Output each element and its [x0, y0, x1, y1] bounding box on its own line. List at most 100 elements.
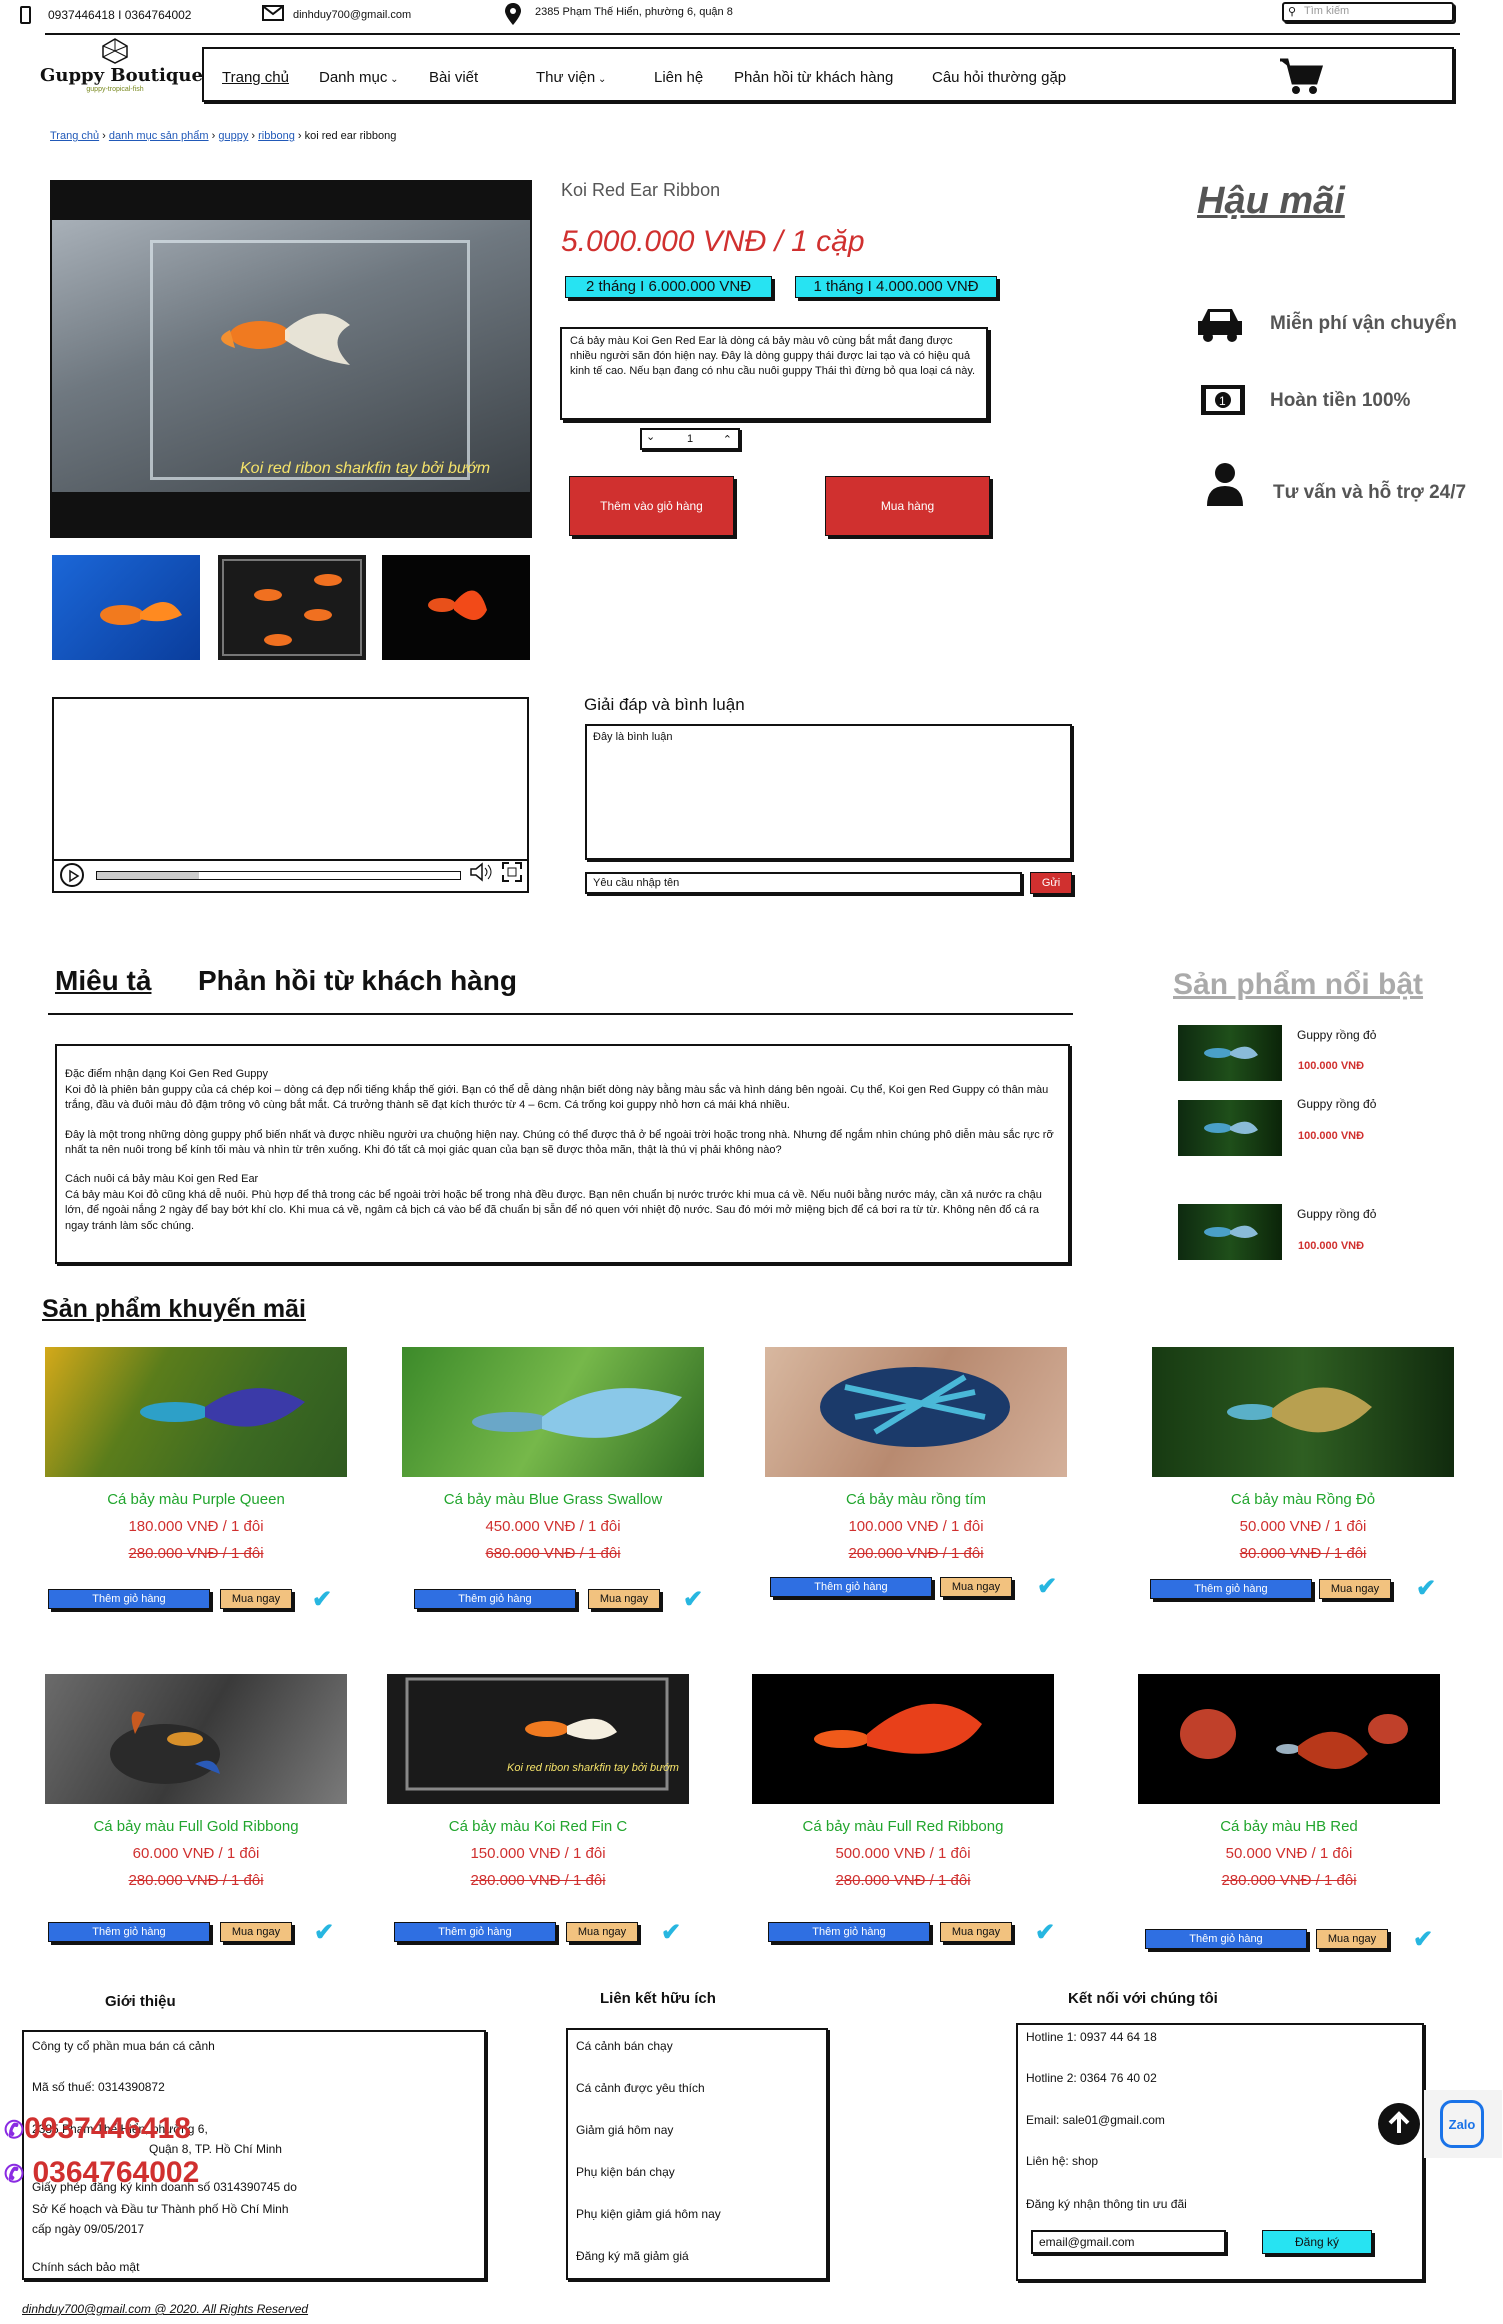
comment-textarea[interactable]: Đây là bình luận [585, 724, 1072, 860]
add-cart-button-3[interactable]: Thêm giỏ hàng [770, 1577, 932, 1597]
add-cart-button-5[interactable]: Thêm giỏ hàng [48, 1922, 210, 1942]
phone-call-icon: ✆ [4, 2117, 25, 2144]
promo-name-3[interactable]: Cá bảy màu rồng tím [765, 1491, 1067, 1508]
breadcrumb-guppy[interactable]: guppy [218, 130, 248, 142]
footer-link-6[interactable]: Đăng ký mã giảm giá [576, 2249, 689, 2263]
volume-icon[interactable] [469, 862, 493, 885]
promo-name-1[interactable]: Cá bảy màu Purple Queen [45, 1491, 347, 1508]
option-2-months[interactable]: 2 tháng I 6.000.000 VNĐ [565, 276, 772, 298]
add-cart-button-2[interactable]: Thêm giỏ hàng [414, 1589, 576, 1609]
buy-now-button-1[interactable]: Mua ngay [220, 1589, 292, 1609]
promo-image-6[interactable]: Koi red ribon sharkfin tay bởi bướm [387, 1674, 689, 1804]
promo-name-6[interactable]: Cá bảy màu Koi Red Fin C [387, 1818, 689, 1835]
video-progress[interactable] [96, 871, 461, 880]
add-cart-button-6[interactable]: Thêm giỏ hàng [394, 1922, 556, 1942]
featured-image-2[interactable] [1178, 1100, 1282, 1156]
nav-contact[interactable]: Liên hệ [654, 69, 703, 86]
zalo-chat-button[interactable]: Zalo [1424, 2090, 1502, 2158]
floating-phone-1[interactable]: ✆0937446418 [4, 2112, 191, 2146]
promo-image-2[interactable] [402, 1347, 704, 1477]
search-input[interactable]: ⚲ Tìm kiếm [1282, 2, 1454, 22]
featured-name-1[interactable]: Guppy rồng đỏ [1297, 1028, 1376, 1042]
buy-now-button-5[interactable]: Mua ngay [220, 1922, 292, 1942]
featured-name-3[interactable]: Guppy rồng đỏ [1297, 1207, 1376, 1221]
send-comment-button[interactable]: Gửi [1030, 872, 1072, 894]
check-icon[interactable]: ✔ [314, 1918, 334, 1947]
footer-link-1[interactable]: Cá cảnh bán chạy [576, 2039, 673, 2053]
thumbnail-3[interactable] [382, 555, 530, 660]
video-player[interactable] [52, 697, 529, 893]
breadcrumb-ribbong[interactable]: ribbong [258, 130, 295, 142]
newsletter-email-input[interactable]: email@gmail.com [1031, 2230, 1226, 2254]
check-icon[interactable]: ✔ [661, 1918, 681, 1947]
buy-now-button[interactable]: Mua hàng [825, 476, 990, 536]
featured-image-1[interactable] [1178, 1025, 1282, 1081]
thumbnail-2[interactable] [218, 555, 366, 660]
promo-image-7[interactable] [752, 1674, 1054, 1804]
nav-library[interactable]: Thư viện ⌄ [536, 69, 606, 86]
nav-articles[interactable]: Bài viết [429, 69, 478, 86]
tab-description[interactable]: Miêu tả [55, 965, 151, 997]
topbar-email[interactable]: dinhduy700@gmail.com [293, 9, 411, 21]
add-cart-button-7[interactable]: Thêm giỏ hàng [768, 1922, 930, 1942]
breadcrumb-categories[interactable]: danh mục sản phẩm [109, 130, 209, 142]
footer-link-3[interactable]: Giảm giá hôm nay [576, 2123, 673, 2137]
check-icon[interactable]: ✔ [1037, 1572, 1057, 1601]
nav-feedback[interactable]: Phản hồi từ khách hàng [734, 69, 893, 86]
thumbnail-1[interactable] [52, 555, 200, 660]
quantity-stepper[interactable]: ⌄ 1 ⌃ [640, 428, 740, 450]
buy-now-button-2[interactable]: Mua ngay [588, 1589, 660, 1609]
buy-now-button-8[interactable]: Mua ngay [1316, 1929, 1388, 1949]
footer-link-4[interactable]: Phụ kiện bán chạy [576, 2165, 675, 2179]
footer-link-2[interactable]: Cá cảnh được yêu thích [576, 2081, 705, 2095]
promo-image-1[interactable] [45, 1347, 347, 1477]
add-cart-button-4[interactable]: Thêm giỏ hàng [1150, 1579, 1312, 1599]
floating-phone-2[interactable]: ✆ 0364764002 [4, 2156, 199, 2190]
promo-name-4[interactable]: Cá bảy màu Rồng Đỏ [1152, 1491, 1454, 1508]
cart-icon[interactable] [1278, 57, 1324, 98]
featured-name-2[interactable]: Guppy rồng đỏ [1297, 1097, 1376, 1111]
nav-faq[interactable]: Câu hỏi thường gặp [932, 69, 1066, 86]
promo-price-8: 50.000 VNĐ / 1 đôi [1225, 1845, 1353, 1862]
check-icon[interactable]: ✔ [683, 1585, 703, 1614]
buy-now-button-3[interactable]: Mua ngay [940, 1577, 1012, 1597]
buy-now-button-6[interactable]: Mua ngay [566, 1922, 638, 1942]
promo-image-5[interactable] [45, 1674, 347, 1804]
play-icon[interactable] [60, 863, 84, 887]
subscribe-button[interactable]: Đăng ký [1262, 2230, 1372, 2254]
promo-name-5[interactable]: Cá bảy màu Full Gold Ribbong [45, 1818, 347, 1835]
fullscreen-icon[interactable] [501, 861, 523, 886]
name-input[interactable]: Yêu cầu nhập tên [585, 872, 1022, 894]
add-to-cart-button[interactable]: Thêm vào giỏ hàng [569, 476, 734, 536]
check-icon[interactable]: ✔ [1413, 1925, 1433, 1954]
featured-image-3[interactable] [1178, 1204, 1282, 1260]
nav-categories[interactable]: Danh mục ⌄ [319, 69, 399, 86]
promo-image-8[interactable] [1138, 1674, 1440, 1804]
check-icon[interactable]: ✔ [1416, 1574, 1436, 1603]
promo-name-2[interactable]: Cá bảy màu Blue Grass Swallow [402, 1491, 704, 1508]
promo-image-3[interactable] [765, 1347, 1067, 1477]
add-cart-button-8[interactable]: Thêm giỏ hàng [1145, 1929, 1307, 1949]
privacy-policy-link[interactable]: Chính sách bảo mật [32, 2260, 139, 2274]
breadcrumb-home[interactable]: Trang chủ [50, 130, 99, 142]
increment-icon[interactable]: ⌃ [723, 433, 732, 446]
buy-now-button-4[interactable]: Mua ngay [1319, 1579, 1391, 1599]
check-icon[interactable]: ✔ [1035, 1918, 1055, 1947]
promo-image-4[interactable] [1152, 1347, 1454, 1477]
chevron-down-icon: ⌄ [387, 74, 399, 85]
promo-old-price-5: 280.000 VNĐ / 1 đôi [128, 1872, 264, 1889]
promo-name-7[interactable]: Cá bảy màu Full Red Ribbong [752, 1818, 1054, 1835]
product-main-image[interactable]: Koi red ribon sharkfin tay bởi bướm [50, 180, 532, 538]
tab-feedback[interactable]: Phản hồi từ khách hàng [198, 965, 517, 997]
logo[interactable]: Guppy Boutique guppy-tropical-fish [40, 38, 203, 108]
scroll-top-button[interactable] [1378, 2103, 1420, 2145]
footer-link-5[interactable]: Phụ kiện giảm giá hôm nay [576, 2207, 721, 2221]
buy-now-button-7[interactable]: Mua ngay [940, 1922, 1012, 1942]
decrement-icon[interactable]: ⌄ [646, 430, 655, 443]
check-icon[interactable]: ✔ [312, 1585, 332, 1614]
add-cart-button-1[interactable]: Thêm giỏ hàng [48, 1589, 210, 1609]
quantity-value[interactable]: 1 [687, 433, 693, 445]
promo-name-8[interactable]: Cá bảy màu HB Red [1138, 1818, 1440, 1835]
nav-home[interactable]: Trang chủ [222, 69, 289, 86]
option-1-month[interactable]: 1 tháng I 4.000.000 VNĐ [795, 276, 997, 298]
